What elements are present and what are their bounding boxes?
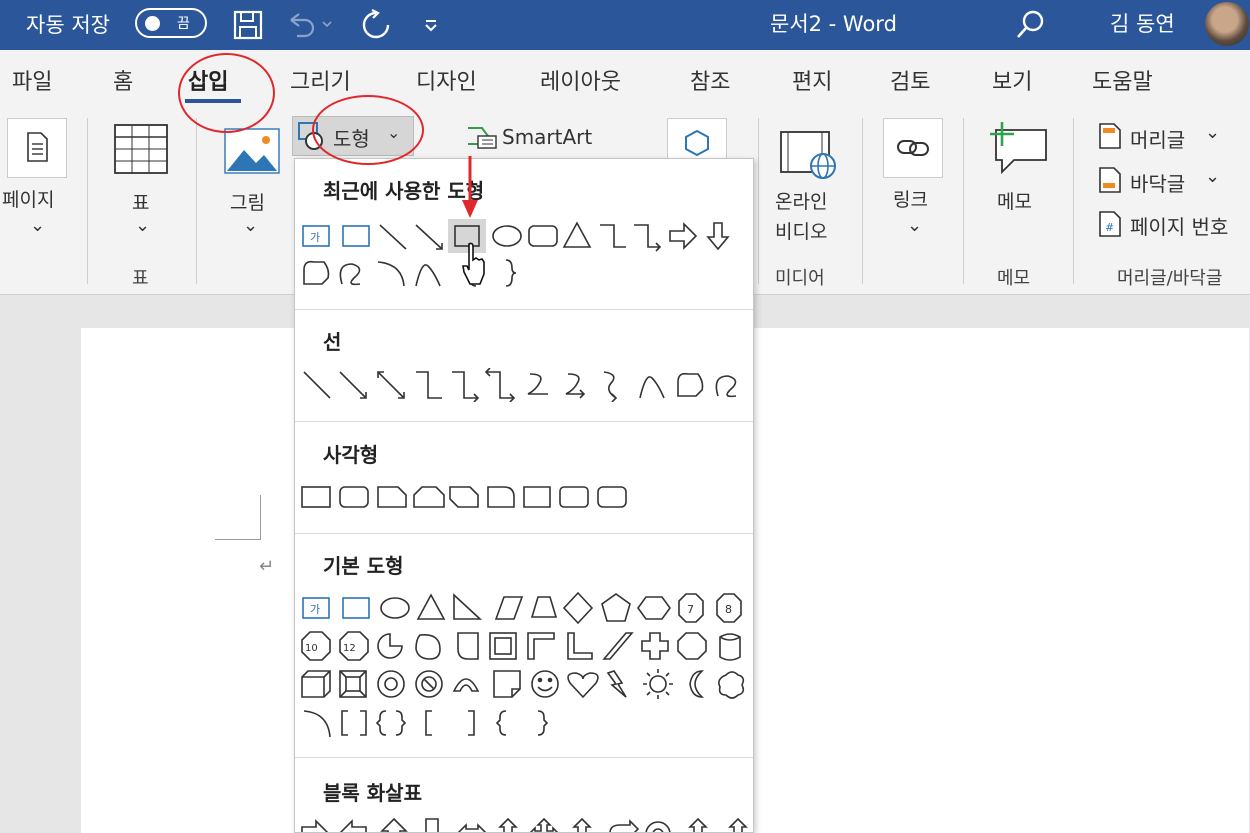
- group-label-header-footer: 머리글/바닥글: [1117, 268, 1223, 289]
- chevron-down-icon: ⌄: [907, 215, 923, 236]
- save-icon[interactable]: [230, 6, 266, 44]
- octagon-number: 8: [725, 603, 732, 616]
- section-divider: [295, 533, 753, 534]
- redo-icon[interactable]: [358, 6, 394, 44]
- chevron-down-icon: ⌄: [243, 215, 259, 236]
- ribbon-separator: [196, 118, 197, 284]
- basic-shapes-row-1[interactable]: 가 7 8: [300, 591, 750, 625]
- tab-review[interactable]: 검토: [890, 64, 930, 96]
- paragraph-mark-icon: ↵: [259, 556, 275, 577]
- section-divider: [295, 309, 753, 310]
- chevron-down-icon: ⌄: [30, 215, 46, 236]
- link-button-label[interactable]: 링크: [893, 185, 928, 212]
- page-number-icon[interactable]: #: [1097, 210, 1123, 242]
- footer-button-label[interactable]: 바닥글: [1130, 168, 1185, 197]
- toggle-knob: [145, 16, 160, 31]
- smartart-icon[interactable]: [466, 124, 498, 154]
- ribbon-separator: [862, 118, 863, 284]
- group-label-table: 표: [132, 268, 149, 289]
- undo-icon[interactable]: [285, 6, 335, 44]
- margin-corner-mark: [215, 495, 261, 540]
- rectangles-shapes-row[interactable]: [300, 480, 750, 514]
- section-divider: [295, 757, 753, 758]
- block-arrows-row[interactable]: [300, 817, 750, 833]
- online-video-label-1[interactable]: 온라인: [775, 187, 827, 214]
- tab-help[interactable]: 도움말: [1092, 64, 1153, 96]
- ribbon-separator: [87, 118, 88, 284]
- autosave-toggle[interactable]: 끔: [135, 8, 207, 38]
- annotation-circle-shapes-button: [312, 95, 424, 165]
- ribbon-separator: [758, 118, 759, 284]
- picture-icon[interactable]: [224, 128, 280, 178]
- section-divider: [295, 421, 753, 422]
- search-icon[interactable]: [1012, 6, 1048, 44]
- octagon-number: 7: [687, 603, 694, 616]
- picture-button-label[interactable]: 그림: [230, 188, 265, 215]
- page-number-button-label[interactable]: 페이지 번호: [1130, 211, 1228, 240]
- title-bar: 자동 저장 끔 문서2 - Word 김 동연: [0, 0, 1250, 50]
- tab-layout[interactable]: 레이아웃: [540, 64, 621, 96]
- chevron-down-icon: ⌄: [1205, 166, 1221, 187]
- textbox-glyph: 가: [310, 603, 320, 616]
- comment-icon[interactable]: [988, 120, 1050, 180]
- comment-button-label[interactable]: 메모: [997, 187, 1032, 214]
- group-label-media: 미디어: [775, 268, 825, 289]
- section-title-rectangles: 사각형: [323, 443, 379, 467]
- tab-home[interactable]: 홈: [113, 64, 133, 96]
- basic-shapes-row-3[interactable]: [300, 667, 750, 701]
- online-video-label-2[interactable]: 비디오: [775, 217, 827, 244]
- section-title-block-arrows: 블록 화살표: [323, 781, 422, 805]
- textbox-glyph: 가: [310, 231, 320, 244]
- avatar[interactable]: [1205, 2, 1249, 46]
- svg-text:#: #: [1105, 221, 1114, 234]
- basic-shapes-row-4[interactable]: [300, 705, 750, 739]
- section-title-basic-shapes: 기본 도형: [323, 554, 404, 578]
- addins-icon[interactable]: [667, 118, 727, 162]
- chevron-down-icon: ⌄: [135, 215, 151, 236]
- ribbon-separator: [963, 118, 964, 284]
- header-button-label[interactable]: 머리글: [1130, 124, 1185, 153]
- table-icon[interactable]: [113, 123, 169, 179]
- lines-shapes-row[interactable]: [300, 368, 750, 402]
- table-button-label[interactable]: 표: [132, 188, 149, 215]
- octagon-number: 12: [343, 643, 356, 654]
- toggle-state: 끔: [177, 16, 190, 32]
- octagon-number: 10: [305, 643, 318, 654]
- basic-shapes-row-2[interactable]: 10 12: [300, 629, 750, 663]
- online-video-icon[interactable]: [779, 130, 839, 186]
- autosave-label: 자동 저장: [26, 13, 110, 37]
- tab-design[interactable]: 디자인: [416, 64, 477, 96]
- tab-file[interactable]: 파일: [12, 64, 52, 96]
- ribbon-separator: [1073, 118, 1074, 284]
- mouse-cursor-icon: [462, 242, 488, 292]
- shapes-gallery-dropdown: 최근에 사용한 도형 가 선 사각형 기본 도형 가 7 8 10 12 블록 …: [294, 158, 754, 833]
- tab-mailings[interactable]: 편지: [792, 64, 832, 96]
- group-label-comment: 메모: [997, 268, 1031, 289]
- tab-draw[interactable]: 그리기: [290, 64, 351, 96]
- page-button-label[interactable]: 페이지: [2, 185, 54, 212]
- footer-icon[interactable]: [1097, 166, 1123, 198]
- tab-references[interactable]: 참조: [690, 64, 730, 96]
- link-icon[interactable]: [883, 118, 943, 178]
- recent-shapes-row-1[interactable]: 가: [300, 219, 750, 253]
- annotation-circle-insert-tab: [178, 53, 275, 133]
- page-button-icon[interactable]: [7, 118, 67, 178]
- smartart-button-label[interactable]: SmartArt: [502, 125, 592, 149]
- tab-view[interactable]: 보기: [992, 64, 1032, 96]
- recent-shapes-row-2[interactable]: [300, 256, 750, 290]
- header-icon[interactable]: [1097, 122, 1123, 154]
- document-title: 문서2 - Word: [770, 12, 897, 36]
- section-title-lines: 선: [323, 330, 342, 354]
- user-name[interactable]: 김 동연: [1110, 8, 1175, 38]
- customize-qat-icon[interactable]: [420, 6, 442, 44]
- red-arrow-icon: [460, 156, 480, 224]
- chevron-down-icon: ⌄: [1205, 122, 1221, 143]
